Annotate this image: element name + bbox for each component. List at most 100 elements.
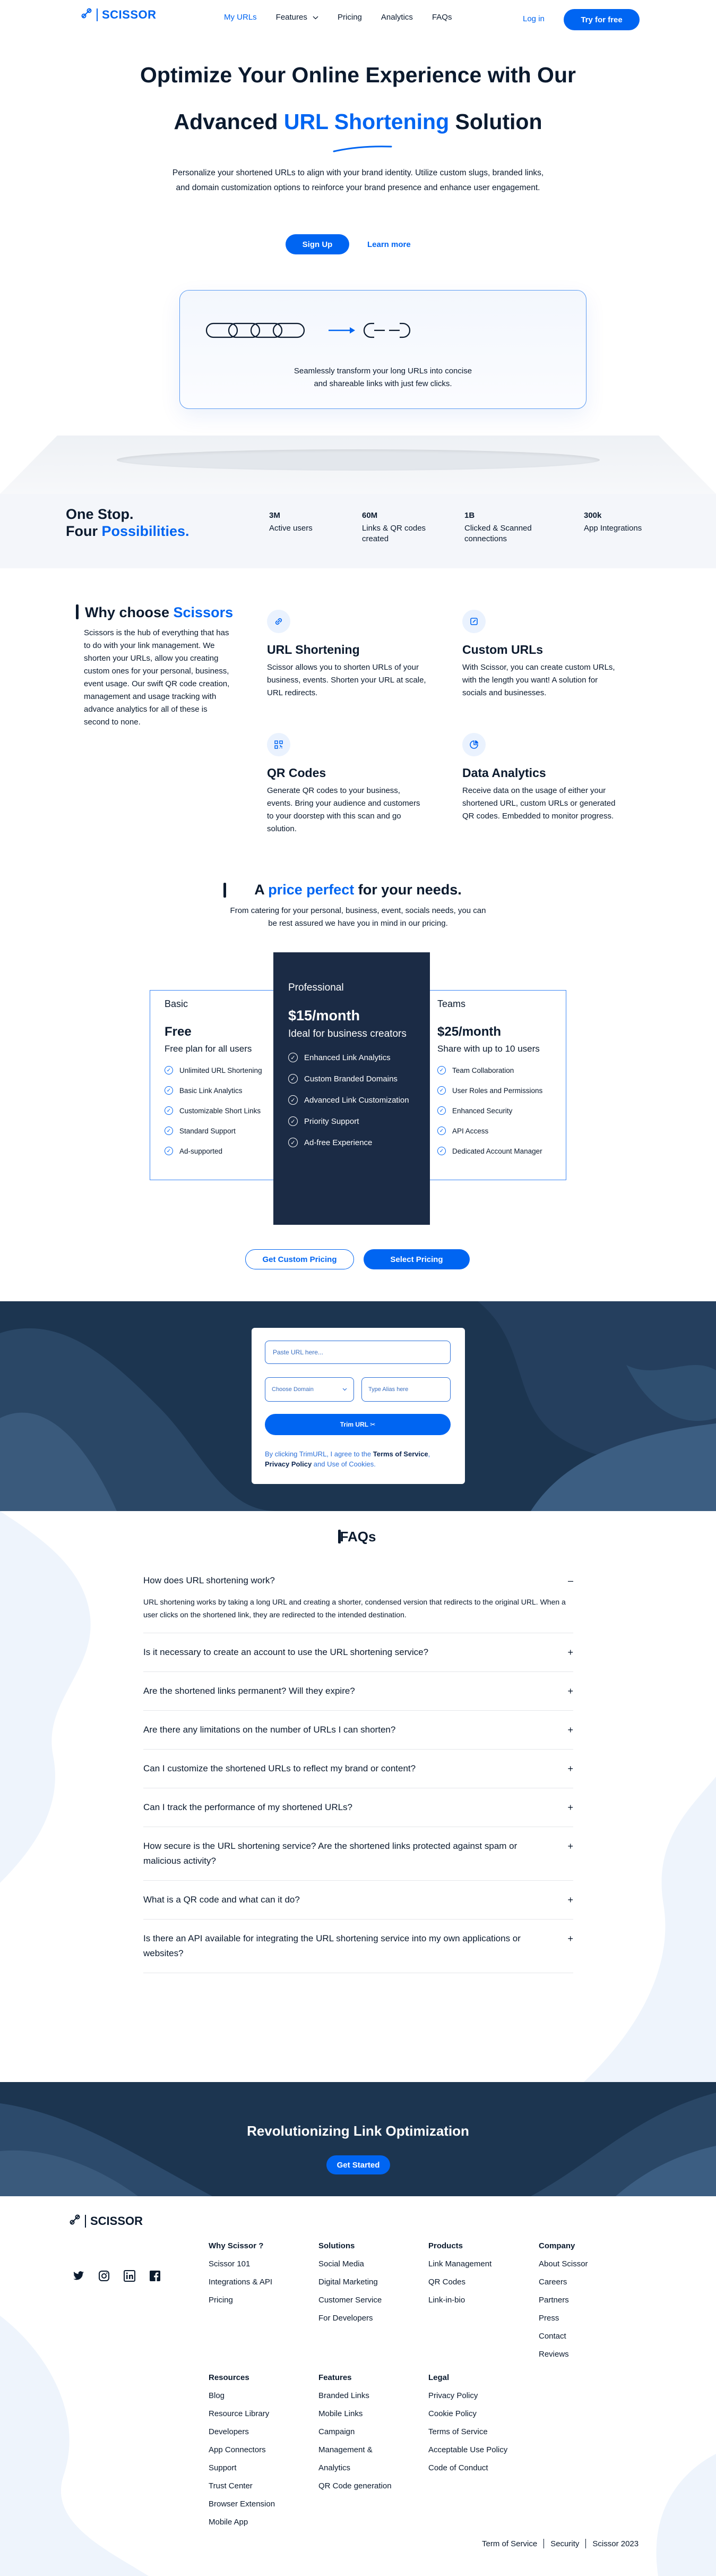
footer-link[interactable]: Blog [209, 2387, 275, 2405]
footer-link[interactable]: Terms of Service [428, 2423, 507, 2441]
footer-logo[interactable]: SCISSOR [69, 2214, 143, 2229]
hero-title-line1: Optimize Your Online Experience with Our [140, 63, 576, 87]
footer-link[interactable]: QR Codes [428, 2273, 491, 2291]
plus-icon[interactable]: + [567, 1722, 573, 1737]
footer-link[interactable]: QR Code generation [318, 2477, 392, 2495]
footer-link[interactable]: Developers [209, 2423, 275, 2441]
stat-label: Active users [269, 524, 313, 533]
footer-link[interactable]: Pricing [209, 2291, 272, 2309]
faq-item[interactable]: Is there an API available for integratin… [143, 1920, 573, 1973]
minus-icon[interactable]: – [568, 1573, 573, 1588]
faq-item[interactable]: Is it necessary to create an account to … [143, 1633, 573, 1672]
url-input[interactable]: Paste URL here... [265, 1341, 451, 1364]
footer-link[interactable]: Careers [539, 2273, 588, 2291]
plus-icon[interactable]: + [567, 1761, 573, 1776]
plan-feature-list: ✓ Unlimited URL Shortening ✓ Basic Link An… [165, 1066, 281, 1155]
footer-link[interactable]: Link-in-bio [428, 2291, 491, 2309]
plus-icon[interactable]: + [567, 1684, 573, 1699]
facebook-icon[interactable] [148, 2269, 162, 2283]
check-icon: ✓ [437, 1147, 446, 1155]
terms-of-service-link[interactable]: Term of Service [482, 2539, 537, 2548]
get-custom-pricing-button[interactable]: Get Custom Pricing [245, 1249, 354, 1269]
trim-url-button[interactable]: Trim URL ✂ [265, 1414, 451, 1435]
learn-more-link[interactable]: Learn more [367, 240, 411, 249]
footer-link[interactable]: Customer Service [318, 2291, 382, 2309]
faq-item[interactable]: Are there any limitations on the number … [143, 1711, 573, 1750]
plus-icon[interactable]: + [567, 1645, 573, 1660]
footer-link[interactable]: Acceptable Use Policy [428, 2441, 507, 2459]
plan-feature-label: Advanced Link Customization [304, 1095, 409, 1105]
faq-item[interactable]: Can I customize the shortened URLs to re… [143, 1750, 573, 1788]
login-link[interactable]: Log in [523, 14, 545, 23]
twitter-icon[interactable] [72, 2269, 85, 2283]
instagram-icon[interactable] [97, 2269, 111, 2283]
footer-link[interactable]: Management & [318, 2441, 392, 2459]
choose-domain-select[interactable]: Choose Domain [265, 1377, 354, 1402]
plan-feature: ✓ User Roles and Permissions [437, 1086, 554, 1095]
nav-link-my-urls[interactable]: My URLs [224, 13, 257, 22]
nav-link-pricing[interactable]: Pricing [338, 13, 362, 22]
footer-link[interactable]: Browser Extension [209, 2495, 275, 2513]
plan-price: $25/month [437, 1025, 502, 1039]
footer-link[interactable]: Privacy Policy [428, 2387, 507, 2405]
footer-link[interactable]: Mobile App [209, 2513, 275, 2531]
footer-link[interactable]: Digital Marketing [318, 2273, 382, 2291]
linkedin-icon[interactable] [123, 2269, 136, 2283]
footer-bottom-links: Term of Service Security Scissor 2023 [482, 2539, 639, 2548]
footer-link[interactable]: Integrations & API [209, 2273, 272, 2291]
pricing-title-post: for your needs. [354, 882, 462, 898]
faq-item[interactable]: How secure is the URL shortening service… [143, 1827, 573, 1881]
plan-price: Free [165, 1025, 192, 1039]
footer-link[interactable]: Reviews [539, 2345, 588, 2364]
footer-link[interactable]: Cookie Policy [428, 2405, 507, 2423]
faq-item[interactable]: What is a QR code and what can it do? + [143, 1881, 573, 1920]
qr-code-icon [267, 733, 290, 756]
faq-item[interactable]: Are the shortened links permanent? Will … [143, 1672, 573, 1711]
footer-link[interactable]: Social Media [318, 2255, 382, 2273]
nav-link-analytics[interactable]: Analytics [381, 13, 413, 22]
footer-col-legal: Legal Privacy Policy Cookie Policy Terms… [428, 2369, 507, 2477]
faq-item[interactable]: How does URL shortening work? – URL shor… [143, 1562, 573, 1633]
terms-link[interactable]: Terms of Service [373, 1450, 428, 1458]
faq-question: How does URL shortening work? [143, 1575, 275, 1585]
logo-text: SCISSOR [102, 8, 157, 21]
alias-input[interactable]: Type Alias here [361, 1377, 451, 1402]
try-for-free-button[interactable]: Try for free [564, 9, 640, 30]
plus-icon[interactable]: + [567, 1800, 573, 1815]
footer-link[interactable]: Press [539, 2309, 588, 2327]
privacy-link[interactable]: Privacy Policy [265, 1460, 312, 1468]
footer-link[interactable]: Trust Center [209, 2477, 275, 2495]
footer-link[interactable]: Campaign [318, 2423, 392, 2441]
plan-feature: ✓ Ad-supported [165, 1147, 281, 1155]
scissor-icon [69, 2214, 81, 2229]
faq-item[interactable]: Can I track the performance of my shorte… [143, 1788, 573, 1827]
plan-feature: ✓ Standard Support [165, 1127, 281, 1135]
footer-link[interactable]: Resource Library [209, 2405, 275, 2423]
security-link[interactable]: Security [550, 2539, 579, 2548]
footer-link[interactable]: Analytics [318, 2459, 392, 2477]
footer-link[interactable]: Code of Conduct [428, 2459, 507, 2477]
footer-link[interactable]: Branded Links [318, 2387, 392, 2405]
plus-icon[interactable]: + [567, 1839, 573, 1854]
footer-link[interactable]: For Developers [318, 2309, 382, 2327]
footer-link[interactable]: App Connectors [209, 2441, 275, 2459]
nav-link-features[interactable]: Features [276, 13, 318, 22]
plus-icon[interactable]: + [567, 1931, 573, 1946]
plan-feature-label: Ad-supported [179, 1147, 223, 1155]
footer-link[interactable]: Contact [539, 2327, 588, 2345]
plan-professional[interactable]: Professional $15/month Ideal for busines… [273, 952, 430, 1225]
footer-link[interactable]: Scissor 101 [209, 2255, 272, 2273]
footer-link[interactable]: Support [209, 2459, 275, 2477]
footer-link[interactable]: Link Management [428, 2255, 491, 2273]
stat-links-created: 60M Links & QR codes created [362, 511, 428, 544]
sign-up-button[interactable]: Sign Up [286, 234, 349, 254]
nav-link-faqs[interactable]: FAQs [432, 13, 452, 22]
plus-icon[interactable]: + [567, 1892, 573, 1907]
footer-link[interactable]: Partners [539, 2291, 588, 2309]
footer-link[interactable]: Mobile Links [318, 2405, 392, 2423]
logo[interactable]: SCISSOR [81, 7, 157, 22]
get-started-button[interactable]: Get Started [326, 2155, 390, 2174]
select-pricing-button[interactable]: Select Pricing [364, 1249, 470, 1269]
pricing-description: From catering for your personal, busines… [230, 906, 486, 928]
footer-link[interactable]: About Scissor [539, 2255, 588, 2273]
